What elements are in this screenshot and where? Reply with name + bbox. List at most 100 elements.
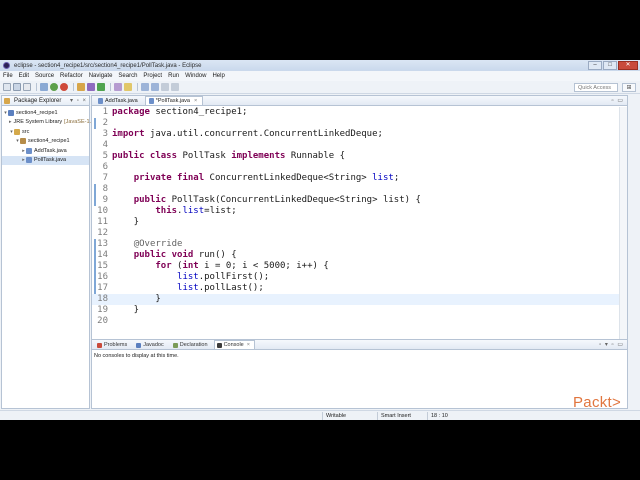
view-controls[interactable]: ▾ ▫ × — [70, 97, 87, 104]
tree-item-label: PollTask.java — [34, 157, 67, 164]
code-line[interactable]: 11 } — [92, 217, 627, 228]
quick-access-field[interactable]: Quick Access — [574, 83, 618, 92]
package-explorer-icon — [4, 97, 10, 104]
status-cursor-position: 18 : 10 — [427, 412, 477, 420]
menu-navigate[interactable]: Navigate — [89, 73, 113, 79]
tree-item-src[interactable]: ▾ src — [2, 127, 89, 137]
menu-window[interactable]: Window — [185, 73, 206, 79]
new-class-icon[interactable] — [97, 83, 105, 91]
tree-item-addtask[interactable]: ▸ AddTask.java — [2, 146, 89, 156]
line-number: 15 — [97, 261, 108, 271]
javadoc-icon — [136, 342, 142, 348]
tab-label: Javadoc — [143, 342, 164, 348]
minimize-button[interactable]: – — [588, 61, 602, 70]
tree-item-jre-library[interactable]: ▸ JRE System Library [JavaSE-1.8] — [2, 118, 96, 128]
code-line[interactable]: 9 public PollTask(ConcurrentLinkedDeque<… — [92, 195, 627, 206]
toolbar-separator — [110, 83, 111, 91]
tree-item-project[interactable]: ▾ section4_recipe1 — [2, 108, 89, 118]
packt-logo: Packt> — [573, 394, 622, 411]
run-icon[interactable] — [50, 83, 58, 91]
close-tab-icon[interactable]: × — [194, 98, 197, 104]
code-line[interactable]: 20 — [92, 316, 627, 327]
code-text: @Override — [133, 239, 183, 249]
tree-item-label: AddTask.java — [34, 147, 67, 154]
code-line[interactable]: 18 } — [92, 294, 627, 305]
line-number: 9 — [102, 195, 108, 205]
line-number: 13 — [97, 239, 108, 249]
tree-item-polltask[interactable]: ▸ PollTask.java — [2, 155, 89, 165]
package-explorer-title: Package Explorer — [14, 97, 62, 104]
code-line[interactable]: 16 list.pollFirst(); — [92, 272, 627, 283]
tree-item-package[interactable]: ▾ section4_recipe1 — [2, 137, 89, 147]
code-text: import java.util.concurrent.ConcurrentLi… — [112, 129, 383, 139]
code-line[interactable]: 7 private final ConcurrentLinkedDeque<St… — [92, 173, 627, 184]
line-number: 10 — [97, 206, 108, 216]
menu-run[interactable]: Run — [168, 73, 179, 79]
expand-twisty-icon[interactable]: ▸ — [9, 119, 12, 125]
code-line[interactable]: 1 package section4_recipe1; — [92, 107, 627, 118]
new-java-project-icon[interactable] — [77, 83, 85, 91]
problems-icon — [97, 342, 102, 348]
annotation-prev-icon[interactable] — [151, 83, 159, 91]
annotation-next-icon[interactable] — [141, 83, 149, 91]
menu-file[interactable]: File — [3, 73, 13, 79]
save-all-icon[interactable] — [23, 83, 31, 91]
debug-icon[interactable] — [40, 83, 48, 91]
open-type-icon[interactable] — [114, 83, 122, 91]
code-text: this.list=list; — [155, 206, 237, 216]
line-number: 6 — [102, 162, 108, 172]
tab-console[interactable]: Console × — [213, 340, 255, 349]
back-icon[interactable] — [161, 83, 169, 91]
line-number: 2 — [102, 118, 108, 128]
declaration-icon — [172, 342, 178, 348]
code-line[interactable]: 3 import java.util.concurrent.ConcurrentL… — [92, 129, 627, 140]
code-line[interactable]: 2 — [92, 118, 627, 129]
console-icon — [216, 342, 222, 348]
code-line[interactable]: 8 — [92, 184, 627, 195]
external-tools-icon[interactable] — [60, 83, 68, 91]
line-number: 1 — [102, 107, 108, 117]
tab-addtask[interactable]: AddTask.java — [94, 96, 144, 105]
code-line[interactable]: 15 for (int i = 0; i < 5000; i++) { — [92, 261, 627, 272]
editor-view-controls[interactable]: ▫ ▭ — [612, 97, 624, 104]
line-number: 11 — [97, 217, 108, 227]
code-line[interactable]: 14 public void run() { — [92, 250, 627, 261]
code-line[interactable]: 6 — [92, 162, 627, 173]
tab-problems[interactable]: Problems — [94, 340, 132, 349]
tab-declaration[interactable]: Declaration — [170, 340, 213, 349]
code-line[interactable]: 19 } — [92, 305, 627, 316]
tab-polltask[interactable]: *PollTask.java × — [144, 96, 204, 105]
close-button[interactable]: ✕ — [618, 61, 638, 70]
code-line[interactable]: 13 @Override — [92, 239, 627, 250]
perspective-icon[interactable]: ⊞ — [622, 83, 636, 92]
menu-edit[interactable]: Edit — [19, 73, 29, 79]
menu-source[interactable]: Source — [35, 73, 54, 79]
code-line[interactable]: 17 list.pollLast(); — [92, 283, 627, 294]
menu-help[interactable]: Help — [212, 73, 224, 79]
code-text: list.pollLast(); — [177, 283, 264, 293]
new-package-icon[interactable] — [87, 83, 95, 91]
menu-refactor[interactable]: Refactor — [60, 73, 83, 79]
tab-javadoc[interactable]: Javadoc — [133, 340, 169, 349]
close-tab-icon[interactable]: × — [247, 342, 250, 348]
line-number: 14 — [97, 250, 108, 260]
code-line[interactable]: 12 — [92, 228, 627, 239]
search-icon[interactable] — [124, 83, 132, 91]
main-toolbar: Quick Access ⊞ — [0, 81, 640, 94]
java-file-icon — [26, 147, 32, 154]
package-explorer-tab[interactable]: Package Explorer ▾ ▫ × — [2, 96, 89, 106]
maximize-button[interactable]: □ — [603, 61, 617, 70]
java-file-icon — [148, 98, 154, 104]
code-line[interactable]: 10 this.list=list; — [92, 206, 627, 217]
forward-icon[interactable] — [171, 83, 179, 91]
java-file-icon — [98, 98, 103, 104]
menu-project[interactable]: Project — [143, 73, 162, 79]
new-icon[interactable] — [3, 83, 11, 91]
code-line[interactable]: 5 public class PollTask implements Runnab… — [92, 151, 627, 162]
toolbar-separator — [36, 83, 37, 91]
code-line[interactable]: 4 — [92, 140, 627, 151]
save-icon[interactable] — [13, 83, 21, 91]
menu-search[interactable]: Search — [118, 73, 137, 79]
video-letterbox-bottom — [0, 420, 640, 480]
console-view-controls[interactable]: ▫ ▾ ▫ ▭ — [599, 341, 624, 348]
